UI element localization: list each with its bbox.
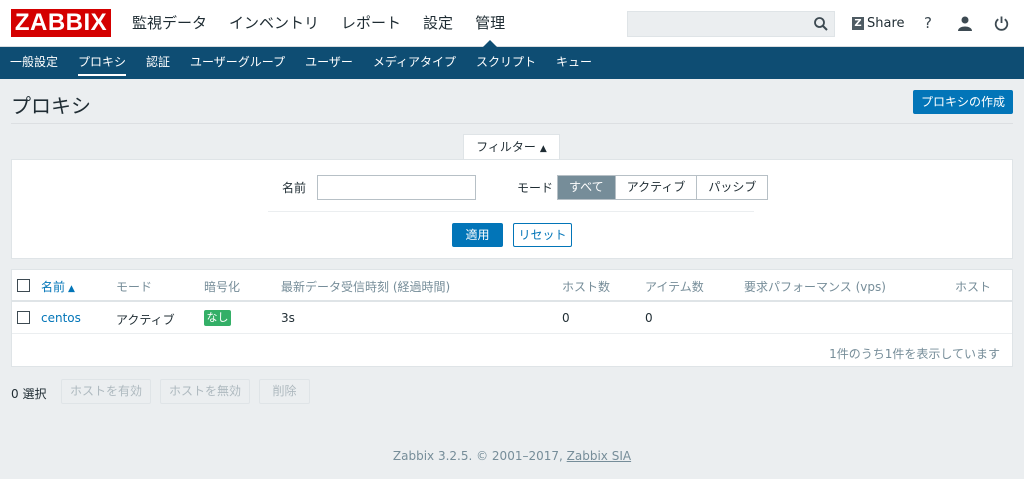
proxy-mode: アクティブ <box>116 313 175 327</box>
disable-hosts-button[interactable]: ホストを無効 <box>160 379 250 404</box>
column-header-host-count: ホスト数 <box>562 280 611 294</box>
top-header: ZABBIX 監視データ インベントリ レポート 設定 管理 Z Share ? <box>0 0 1024 47</box>
share-label: Share <box>867 15 905 31</box>
menu-reports[interactable]: レポート <box>330 0 412 47</box>
main-menu: 監視データ インベントリ レポート 設定 管理 <box>121 0 516 47</box>
row-checkbox[interactable] <box>17 311 30 324</box>
selected-count: 0 選択 <box>11 387 47 401</box>
zabbix-share-icon: Z <box>852 16 864 30</box>
filter-mode-label: モード <box>517 181 554 195</box>
subnav-proxies[interactable]: プロキシ <box>68 47 136 79</box>
mode-passive-option[interactable]: パッシブ <box>696 176 768 199</box>
subnav-users[interactable]: ユーザー <box>295 47 363 79</box>
subnav-general[interactable]: 一般設定 <box>0 47 68 79</box>
apply-button[interactable]: 適用 <box>452 223 503 247</box>
help-icon[interactable]: ? <box>918 12 938 34</box>
column-header-last-seen: 最新データ受信時刻 (経過時間) <box>281 280 451 294</box>
menu-inventory[interactable]: インベントリ <box>218 0 330 47</box>
subnav-queue[interactable]: キュー <box>546 47 602 79</box>
filter-panel <box>11 159 1013 259</box>
menu-monitoring[interactable]: 監視データ <box>121 0 218 47</box>
filter-tab[interactable]: フィルター ▲ <box>463 134 560 160</box>
select-all-checkbox[interactable] <box>17 279 30 292</box>
search-input[interactable] <box>627 11 835 37</box>
column-header-name[interactable]: 名前 ▲ <box>41 278 75 295</box>
filter-name-input[interactable] <box>317 175 476 200</box>
sort-asc-icon: ▲ <box>68 284 75 294</box>
menu-configuration[interactable]: 設定 <box>412 0 464 47</box>
table-header-divider <box>12 300 1012 302</box>
column-header-hosts: ホスト <box>955 280 992 294</box>
subnav-authentication[interactable]: 認証 <box>136 47 180 79</box>
subnav-user-groups[interactable]: ユーザーグループ <box>180 47 295 79</box>
share-link[interactable]: Z Share <box>852 13 905 33</box>
menu-administration[interactable]: 管理 <box>464 0 516 47</box>
filter-divider <box>268 211 754 212</box>
enable-hosts-button[interactable]: ホストを有効 <box>61 379 151 404</box>
footer-link[interactable]: Zabbix SIA <box>567 449 631 463</box>
page-footer: Zabbix 3.2.5. © 2001–2017, Zabbix SIA <box>0 449 1024 463</box>
column-header-mode: モード <box>116 280 153 294</box>
title-divider <box>11 123 1013 124</box>
mode-active-option[interactable]: アクティブ <box>614 176 697 199</box>
subnav-scripts[interactable]: スクリプト <box>466 47 546 79</box>
sub-navigation: 一般設定 プロキシ 認証 ユーザーグループ ユーザー メディアタイプ スクリプト… <box>0 47 1024 79</box>
proxy-name-link[interactable]: centos <box>41 311 81 325</box>
zabbix-logo[interactable]: ZABBIX <box>11 9 111 37</box>
reset-button[interactable]: リセット <box>513 223 572 247</box>
mode-all-option[interactable]: すべて <box>558 176 615 199</box>
caret-up-icon: ▲ <box>539 144 547 154</box>
table-row-divider <box>12 333 1012 334</box>
user-icon[interactable] <box>955 12 975 34</box>
footer-text: Zabbix 3.2.5. © 2001–2017, <box>392 449 563 463</box>
encryption-badge: なし <box>204 310 231 326</box>
create-proxy-button[interactable]: プロキシの作成 <box>913 90 1013 114</box>
page-title: プロキシ <box>11 94 91 118</box>
column-header-item-count: アイテム数 <box>645 280 704 294</box>
filter-name-label: 名前 <box>282 181 307 195</box>
column-header-encryption: 暗号化 <box>204 280 241 294</box>
proxy-item-count: 0 <box>645 311 653 325</box>
search-icon[interactable] <box>813 16 829 35</box>
subnav-media-types[interactable]: メディアタイプ <box>363 47 466 79</box>
proxy-host-count: 0 <box>562 311 570 325</box>
column-header-required-performance: 要求パフォーマンス (vps) <box>744 280 886 294</box>
table-footer-count: 1件のうち1件を表示しています <box>829 347 1000 361</box>
mode-segmented-control: すべて アクティブ パッシブ <box>557 175 769 200</box>
filter-tab-label: フィルター <box>476 140 536 154</box>
proxy-last-seen: 3s <box>281 311 295 325</box>
delete-button[interactable]: 削除 <box>259 379 310 404</box>
column-name-label: 名前 <box>41 280 66 294</box>
power-icon[interactable] <box>991 12 1011 34</box>
